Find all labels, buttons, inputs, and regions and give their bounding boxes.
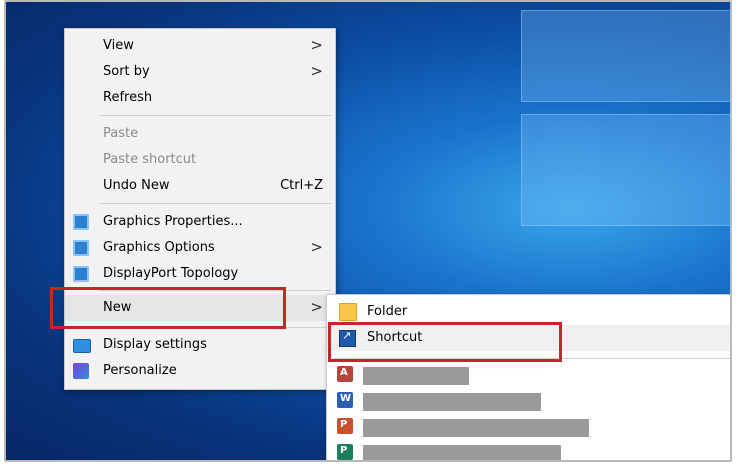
monitor-icon	[73, 339, 91, 353]
menu-item-label: Undo New	[103, 178, 170, 193]
menu-item-label: Personalize	[103, 363, 177, 378]
windows-logo-pane-top	[521, 10, 730, 102]
redacted-label	[363, 445, 561, 460]
intel-graphics-icon	[73, 214, 89, 230]
intel-graphics-icon	[73, 240, 89, 256]
chevron-right-icon: >	[310, 238, 323, 256]
access-icon: A	[337, 366, 353, 382]
chevron-right-icon: >	[310, 62, 323, 80]
redacted-label	[363, 367, 469, 385]
menu-item-paste-shortcut[interactable]: Paste shortcut	[65, 147, 335, 173]
menu-item-refresh[interactable]: Refresh	[65, 85, 335, 111]
windows-logo-pane-bottom	[521, 114, 730, 226]
menu-item-sort-by[interactable]: Sort by >	[65, 59, 335, 85]
intel-graphics-icon	[73, 266, 89, 282]
submenu-item-access[interactable]: A	[327, 362, 730, 388]
submenu-item-word[interactable]: W	[327, 388, 730, 414]
powerpoint-icon: P	[337, 418, 353, 434]
menu-item-label: Refresh	[103, 90, 153, 105]
menu-item-displayport-topology[interactable]: DisplayPort Topology	[65, 261, 335, 287]
menu-item-label: Paste	[103, 126, 139, 141]
new-submenu: Folder Shortcut A W P P	[326, 294, 730, 460]
menu-item-undo-new[interactable]: Undo New Ctrl+Z	[65, 173, 335, 199]
menu-item-label: Graphics Properties...	[103, 214, 243, 229]
menu-separator	[99, 203, 331, 204]
personalize-icon	[73, 363, 89, 379]
screenshot-frame: View > Sort by > Refresh Paste Paste sho…	[4, 0, 732, 462]
chevron-right-icon: >	[310, 298, 323, 316]
submenu-item-powerpoint[interactable]: P	[327, 414, 730, 440]
redacted-label	[363, 419, 589, 437]
menu-separator	[99, 115, 331, 116]
menu-item-graphics-properties[interactable]: Graphics Properties...	[65, 209, 335, 235]
publisher-icon: P	[337, 444, 353, 460]
highlight-box-new	[50, 287, 286, 329]
menu-item-personalize[interactable]: Personalize	[65, 358, 335, 384]
menu-item-label: Paste shortcut	[103, 152, 197, 167]
menu-item-view[interactable]: View >	[65, 33, 335, 59]
submenu-item-label: Folder	[367, 304, 408, 319]
submenu-item-publisher[interactable]: P	[327, 440, 730, 460]
menu-item-display-settings[interactable]: Display settings	[65, 332, 335, 358]
menu-item-label: Sort by	[103, 64, 150, 79]
chevron-right-icon: >	[310, 36, 323, 54]
menu-item-label: Graphics Options	[103, 240, 215, 255]
word-icon: W	[337, 392, 353, 408]
menu-item-label: DisplayPort Topology	[103, 266, 239, 281]
menu-item-graphics-options[interactable]: Graphics Options >	[65, 235, 335, 261]
desktop-context-menu: View > Sort by > Refresh Paste Paste sho…	[64, 28, 336, 390]
menu-item-label: Display settings	[103, 337, 207, 352]
shortcut-hint: Ctrl+Z	[280, 178, 323, 193]
menu-item-paste[interactable]: Paste	[65, 121, 335, 147]
redacted-label	[363, 393, 541, 411]
highlight-box-shortcut	[328, 322, 562, 362]
menu-item-label: View	[103, 38, 134, 53]
folder-icon	[339, 303, 357, 321]
